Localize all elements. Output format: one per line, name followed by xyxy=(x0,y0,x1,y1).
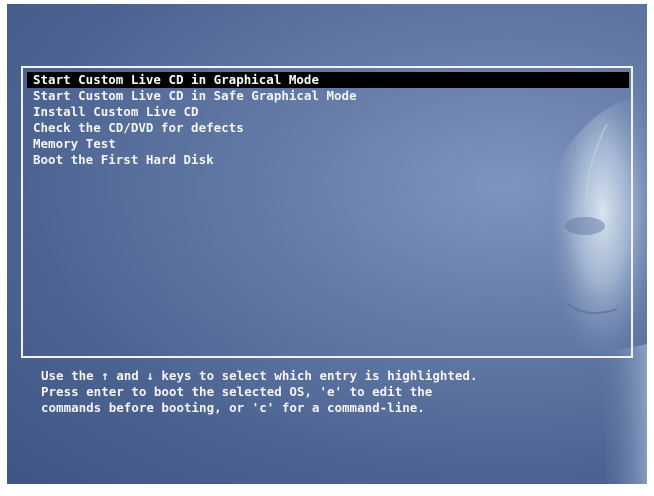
help-line: Use the ↑ and ↓ keys to select which ent… xyxy=(41,368,478,383)
grub-screen: Start Custom Live CD in Graphical Mode S… xyxy=(7,4,647,484)
menu-item-install[interactable]: Install Custom Live CD xyxy=(27,104,629,120)
menu-item-check-disc[interactable]: Check the CD/DVD for defects xyxy=(27,120,629,136)
menu-item-safe-graphical-mode[interactable]: Start Custom Live CD in Safe Graphical M… xyxy=(27,88,629,104)
help-text: Use the ↑ and ↓ keys to select which ent… xyxy=(41,368,601,416)
menu-item-boot-hard-disk[interactable]: Boot the First Hard Disk xyxy=(27,152,629,168)
help-line: Press enter to boot the selected OS, 'e'… xyxy=(41,384,433,399)
help-line: commands before booting, or 'c' for a co… xyxy=(41,400,425,415)
boot-menu-box: Start Custom Live CD in Graphical Mode S… xyxy=(21,66,633,358)
menu-item-memory-test[interactable]: Memory Test xyxy=(27,136,629,152)
menu-item-graphical-mode[interactable]: Start Custom Live CD in Graphical Mode xyxy=(27,72,629,88)
